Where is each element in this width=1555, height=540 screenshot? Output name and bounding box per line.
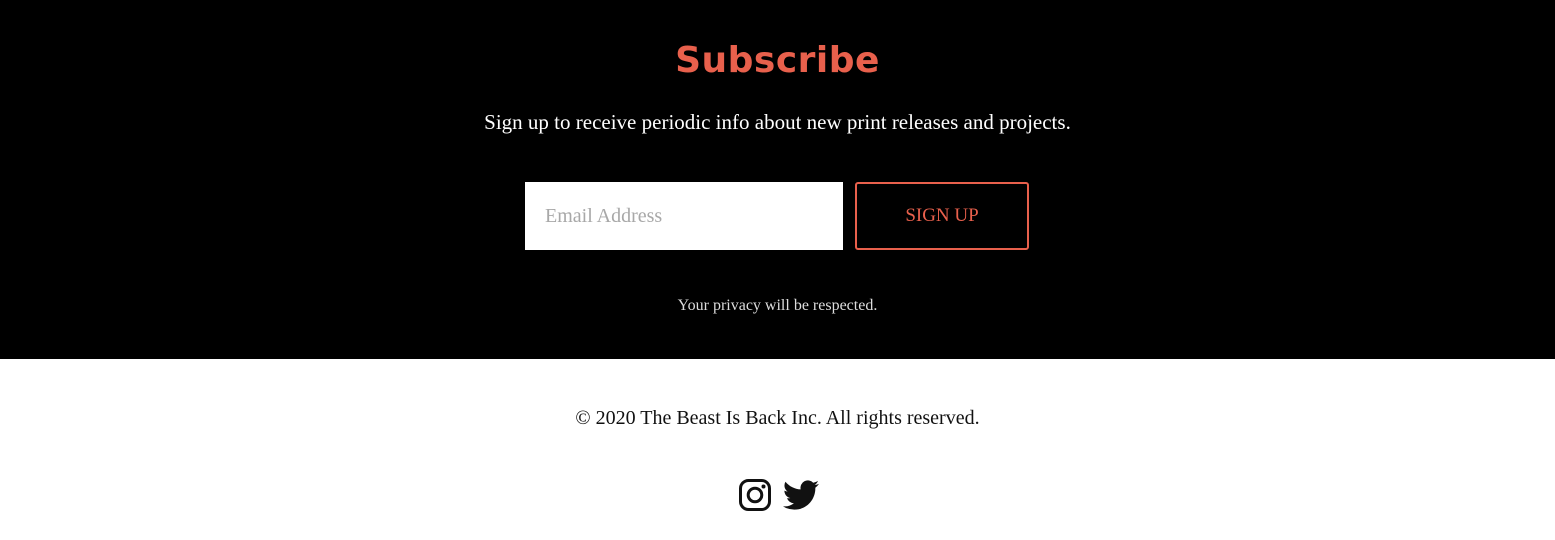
subscribe-description: Sign up to receive periodic info about n… (484, 110, 1071, 134)
twitter-icon (782, 480, 819, 510)
subscribe-title: Subscribe (675, 40, 880, 81)
instagram-link[interactable] (737, 477, 773, 513)
copyright-text: © 2020 The Beast Is Back Inc. All rights… (575, 407, 980, 429)
privacy-note: Your privacy will be respected. (677, 297, 878, 314)
twitter-link[interactable] (782, 477, 819, 513)
instagram-icon (738, 479, 771, 511)
email-input[interactable] (525, 182, 843, 250)
subscribe-section: Subscribe Sign up to receive periodic in… (0, 0, 1555, 359)
signup-form: SIGN UP (525, 182, 1030, 250)
sign-up-button[interactable]: SIGN UP (855, 182, 1029, 250)
social-links (0, 477, 1555, 513)
footer: © 2020 The Beast Is Back Inc. All rights… (0, 359, 1555, 540)
